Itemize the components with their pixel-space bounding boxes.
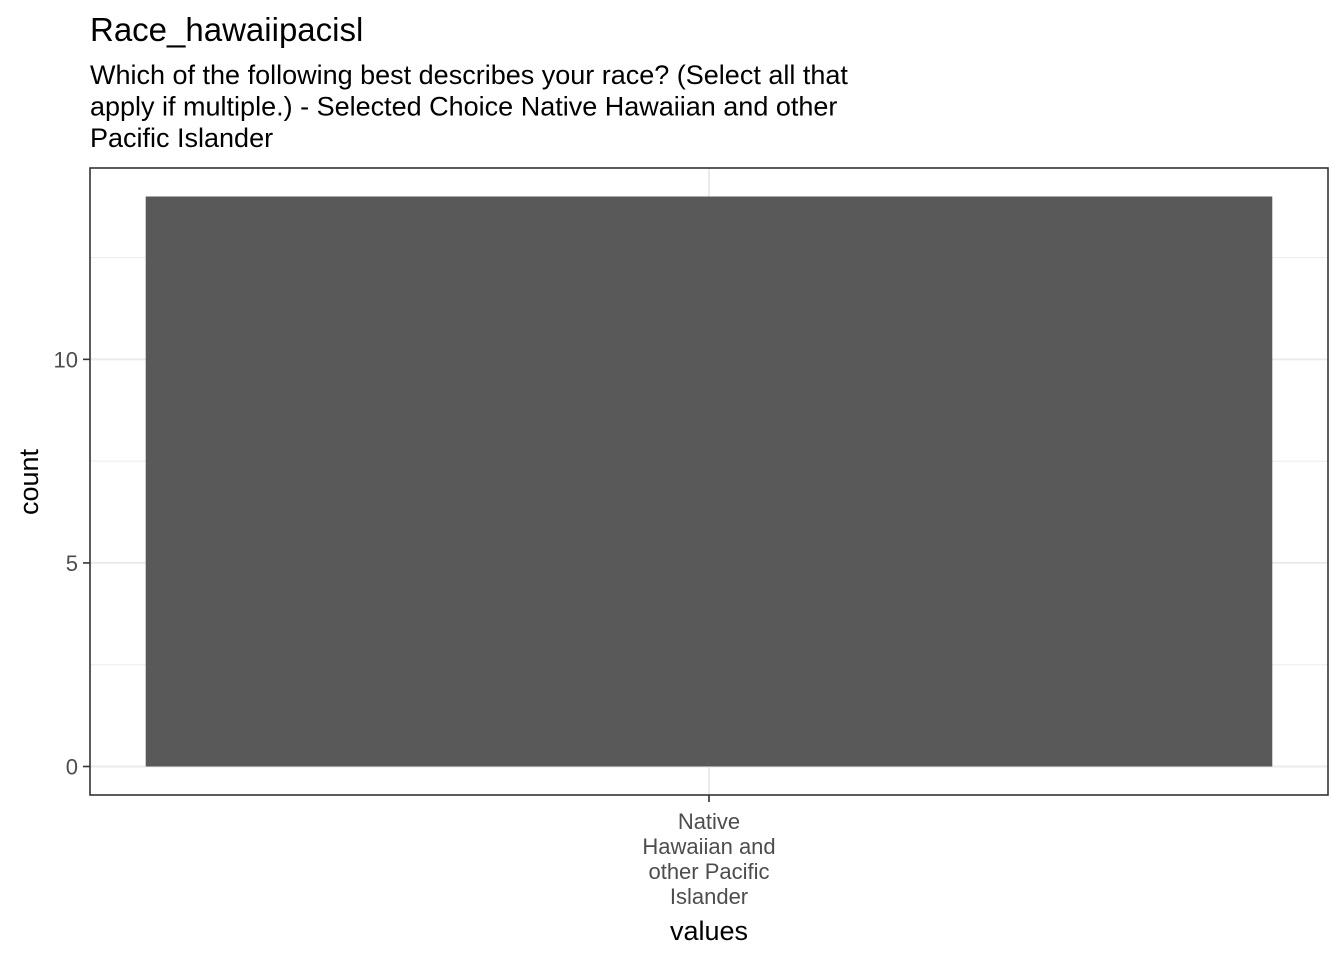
chart-subtitle: Which of the following best describes yo…	[90, 60, 848, 153]
chart-title: Race_hawaiipacisl	[90, 11, 363, 48]
subtitle-line: Which of the following best describes yo…	[90, 60, 848, 90]
x-tick-label-line: other Pacific	[648, 859, 769, 884]
bar	[145, 196, 1273, 767]
x-axis-title: values	[670, 916, 748, 946]
y-tick-label: 10	[54, 347, 78, 372]
x-tick-label-line: Native	[678, 809, 740, 834]
plot-panel	[89, 167, 1329, 796]
chart: Race_hawaiipacisl Which of the following…	[14, 11, 1329, 946]
x-tick-label-line: Islander	[670, 884, 748, 909]
x-tick-label: Native Hawaiian and other Pacific Islander	[642, 809, 775, 909]
y-tick-label: 0	[66, 755, 78, 780]
y-tick-label: 5	[66, 551, 78, 576]
subtitle-line: apply if multiple.) - Selected Choice Na…	[90, 92, 837, 122]
x-tick-label-line: Hawaiian and	[642, 834, 775, 859]
subtitle-line: Pacific Islander	[90, 123, 273, 153]
y-axis-title: count	[14, 448, 44, 515]
